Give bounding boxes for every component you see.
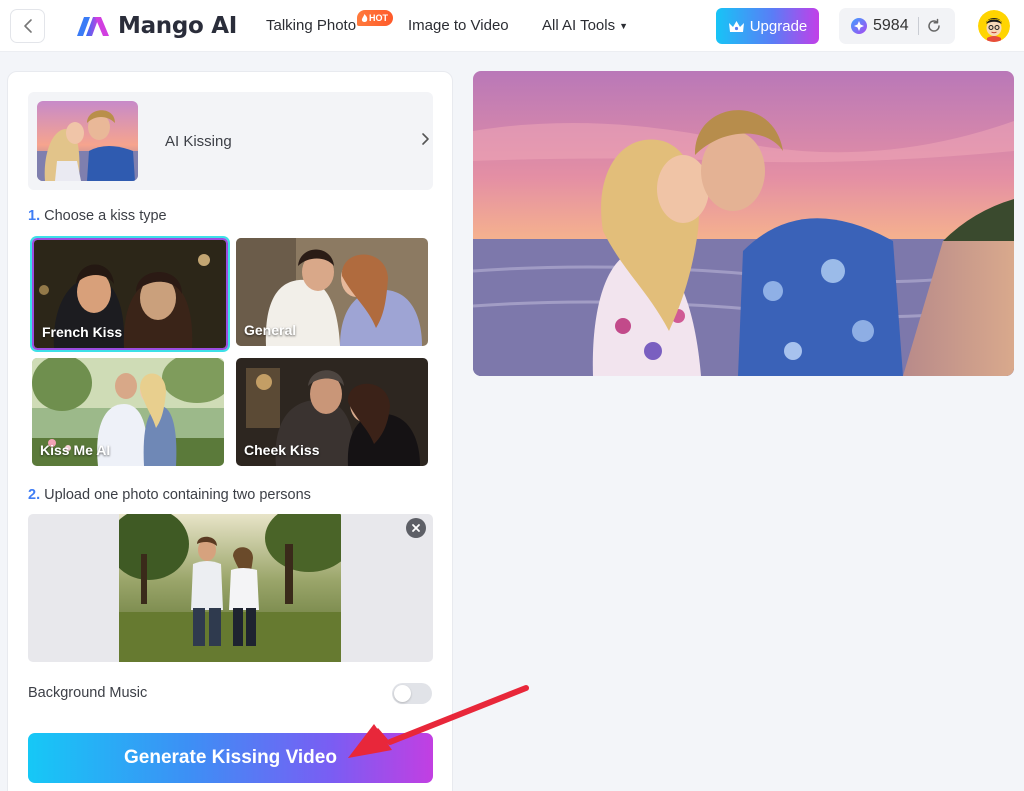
background-music-toggle[interactable] xyxy=(392,683,432,704)
credits-box: 5984 xyxy=(839,8,955,44)
credit-coin-icon xyxy=(851,18,867,34)
close-icon xyxy=(412,524,420,532)
generate-video-button[interactable]: Generate Kissing Video xyxy=(28,733,433,783)
step1-title-text: Choose a kiss type xyxy=(44,208,167,224)
hot-badge: HOT xyxy=(357,10,393,26)
step2-number: 2. xyxy=(28,487,41,503)
kiss-option-label: French Kiss xyxy=(42,324,123,340)
kiss-option-kiss-me-ai[interactable]: Kiss Me AI xyxy=(32,358,224,466)
step2-title: 2. Upload one photo containing two person… xyxy=(28,487,311,503)
kiss-option-general[interactable]: General xyxy=(236,238,428,346)
kiss-option-label: Cheek Kiss xyxy=(244,442,320,458)
generate-label: Generate Kissing Video xyxy=(124,747,337,768)
remove-photo-button[interactable] xyxy=(406,518,426,538)
hot-badge-text: HOT xyxy=(369,13,388,23)
result-preview xyxy=(473,71,1014,376)
mango-logo-icon xyxy=(77,17,109,36)
flame-icon xyxy=(361,13,368,22)
upload-dropzone[interactable] xyxy=(28,514,433,662)
credits-count: 5984 xyxy=(873,17,909,34)
kiss-option-french[interactable]: French Kiss xyxy=(32,238,228,350)
mango-logo[interactable]: Mango AI xyxy=(76,10,237,42)
chevron-left-icon xyxy=(23,19,32,33)
template-thumbnail xyxy=(37,101,138,181)
user-avatar[interactable] xyxy=(978,10,1010,42)
step1-number: 1. xyxy=(28,208,41,224)
nav-all-ai-tools-label: All AI Tools xyxy=(542,17,616,34)
nav-all-ai-tools[interactable]: All AI Tools ▼ xyxy=(542,17,628,34)
step1-title: 1. Choose a kiss type xyxy=(28,208,167,224)
kiss-option-label: Kiss Me AI xyxy=(40,442,111,458)
upgrade-button[interactable]: Upgrade xyxy=(716,8,819,44)
logo-text: Mango AI xyxy=(118,13,238,39)
uploaded-photo xyxy=(109,514,353,662)
kiss-option-label: General xyxy=(244,322,297,338)
template-selector[interactable]: AI Kissing xyxy=(28,92,433,190)
background-music-label: Background Music xyxy=(28,685,148,701)
kiss-option-cheek-kiss[interactable]: Cheek Kiss xyxy=(236,358,428,466)
refresh-icon[interactable] xyxy=(926,18,942,34)
top-header: Mango AI Talking Photo HOT Image to Vide… xyxy=(0,0,1024,52)
caret-down-icon: ▼ xyxy=(619,20,629,31)
nav-image-to-video[interactable]: Image to Video xyxy=(408,17,509,34)
upgrade-label: Upgrade xyxy=(749,17,808,35)
settings-panel: AI Kissing 1. Choose a kiss type French K… xyxy=(7,71,453,791)
credits-divider xyxy=(917,17,919,35)
nav-talking-photo[interactable]: Talking Photo xyxy=(266,17,356,34)
toggle-knob xyxy=(394,685,411,702)
template-label: AI Kissing xyxy=(165,133,232,150)
chevron-right-icon xyxy=(420,132,430,151)
step2-title-text: Upload one photo containing two persons xyxy=(44,487,311,503)
back-button[interactable] xyxy=(10,9,45,43)
crown-icon xyxy=(728,20,744,32)
